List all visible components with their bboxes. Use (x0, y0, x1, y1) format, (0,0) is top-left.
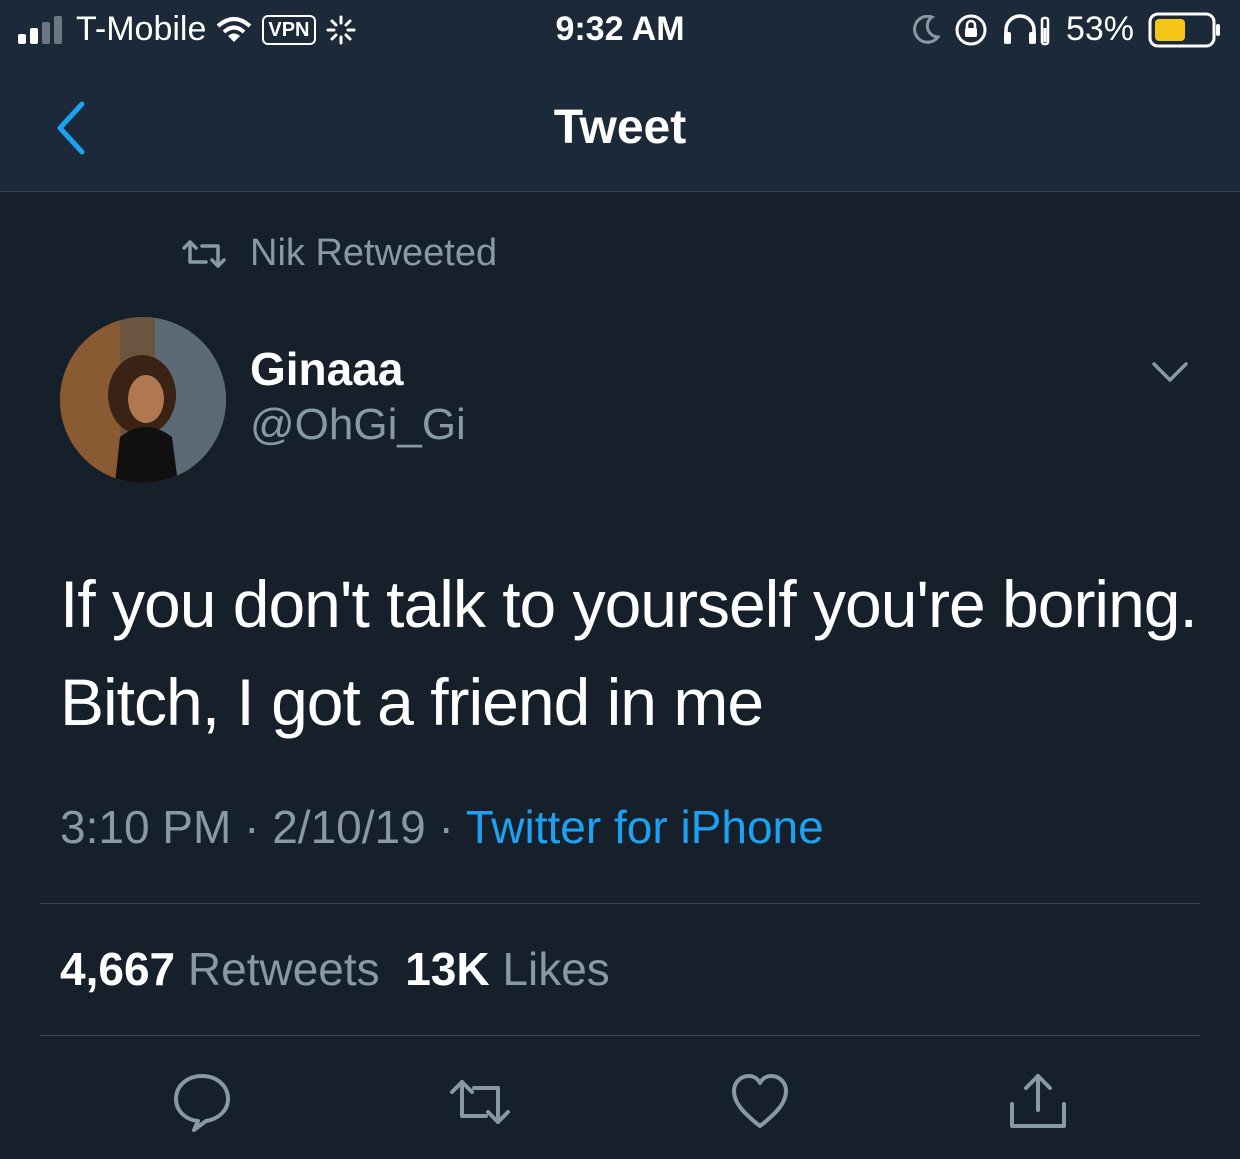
likes-label: Likes (502, 943, 610, 995)
retweet-context[interactable]: Nik Retweeted (180, 232, 497, 275)
headphones-icon (1003, 13, 1050, 45)
nav-bar: Tweet (0, 62, 1240, 192)
moon-icon (913, 14, 940, 44)
author-handle[interactable]: @OhGi_Gi (250, 400, 466, 450)
avatar-image (60, 317, 226, 483)
tweet-time: 3:10 PM (60, 801, 232, 853)
divider (40, 903, 1200, 904)
battery-icon (1148, 12, 1220, 47)
signal-icon (18, 15, 62, 44)
carrier-name: T-Mobile (76, 10, 207, 48)
retweets-count: 4,667 (60, 943, 176, 995)
retweet-context-label: Nik Retweeted (250, 232, 498, 274)
meta-separator: · (425, 801, 466, 853)
reply-icon[interactable] (170, 1070, 234, 1134)
share-icon[interactable] (1006, 1070, 1070, 1134)
tweet-date: 2/10/19 (272, 801, 426, 853)
like-icon[interactable] (728, 1070, 792, 1134)
retweets-stat[interactable]: 4,667 Retweets (60, 943, 380, 995)
tweet-stats: 4,667 Retweets 13K Likes (60, 942, 610, 996)
tweet-meta: 3:10 PM · 2/10/19 · Twitter for iPhone (60, 800, 824, 854)
tweet-text-line: If you don't talk to yourself you're bor… (60, 567, 1198, 641)
divider (40, 1035, 1200, 1036)
wifi-icon (217, 16, 252, 42)
meta-separator: · (231, 801, 273, 853)
tweet-text-line: Bitch, I got a friend in me (60, 665, 764, 739)
likes-stat[interactable]: 13K Likes (405, 943, 610, 995)
status-bar: T-Mobile VPN 9:32 AM 53% (0, 0, 1240, 62)
retweet-icon[interactable] (448, 1070, 512, 1134)
orientation-lock-icon (955, 14, 987, 45)
tweet-source-link[interactable]: Twitter for iPhone (466, 801, 824, 853)
avatar[interactable] (60, 317, 226, 483)
retweets-label: Retweets (187, 943, 380, 995)
activity-icon (326, 15, 355, 44)
retweet-icon (182, 239, 226, 268)
author-name[interactable]: Ginaaa (250, 342, 403, 396)
likes-count: 13K (405, 943, 490, 995)
tweet-text: If you don't talk to yourself you're bor… (60, 555, 1210, 751)
battery-percent: 53% (1065, 10, 1134, 48)
chevron-down-icon[interactable] (1150, 360, 1190, 386)
vpn-badge: VPN (262, 14, 316, 45)
page-title: Tweet (553, 101, 687, 154)
